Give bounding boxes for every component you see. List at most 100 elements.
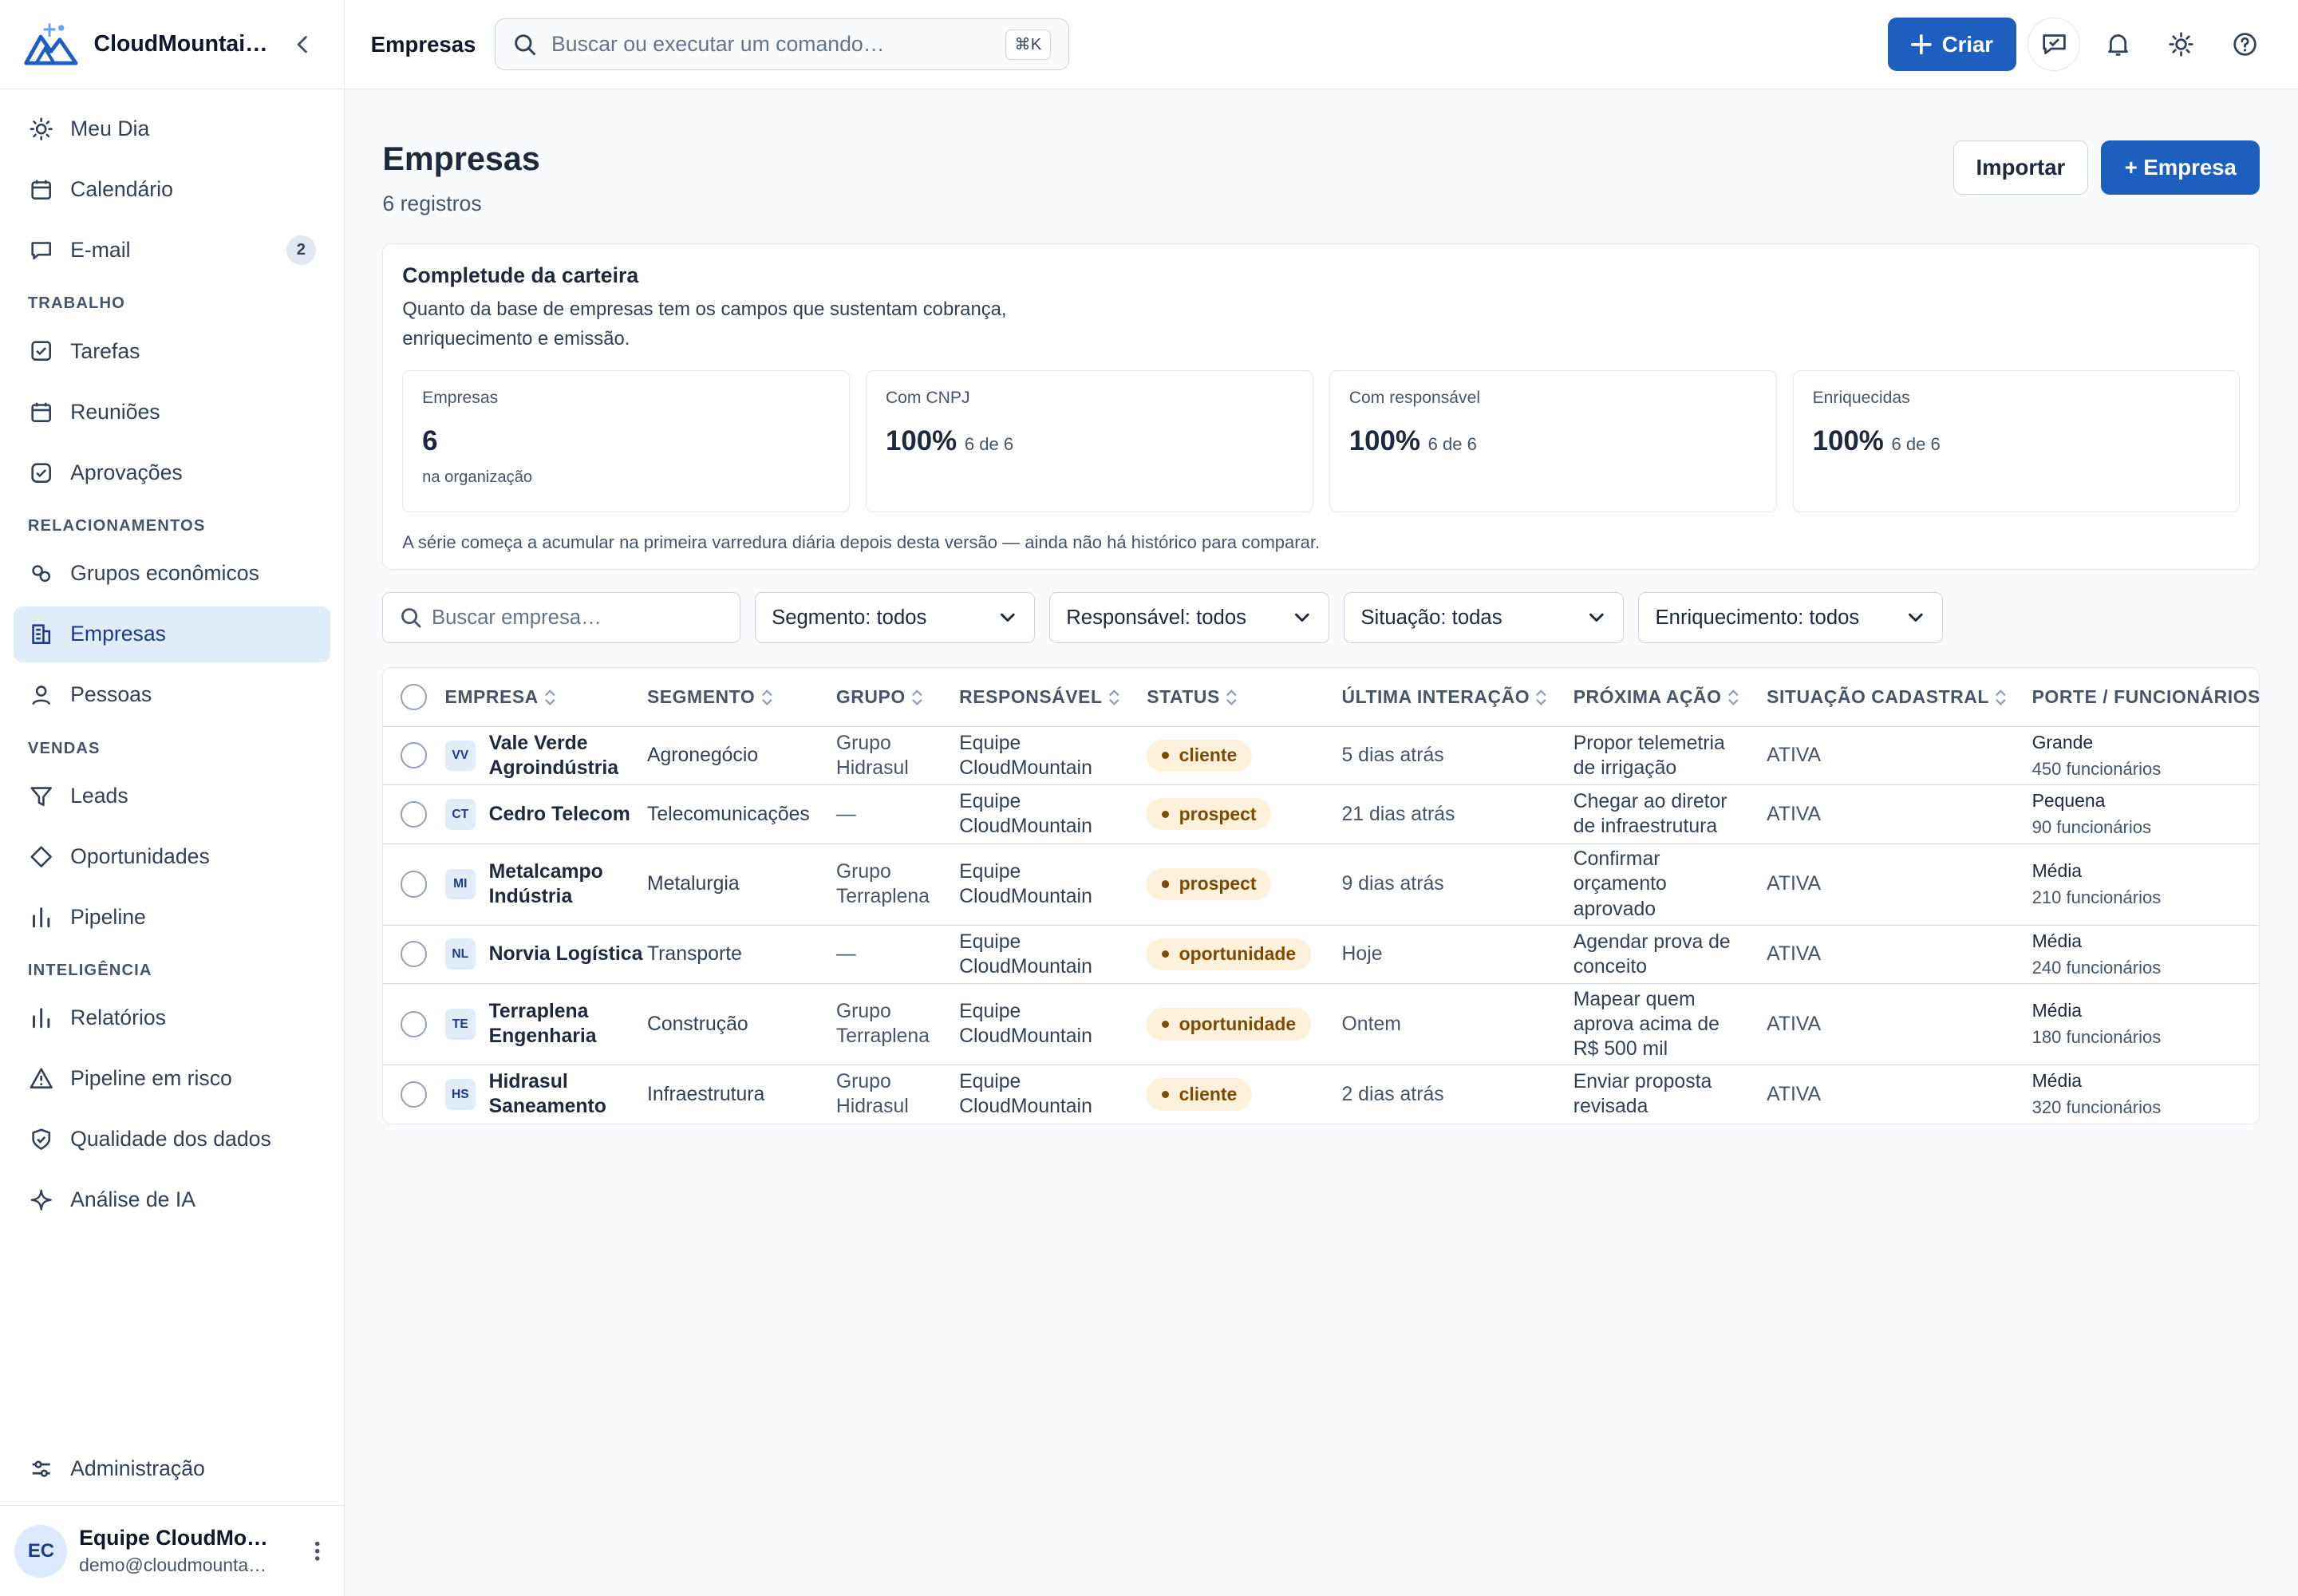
table-row[interactable]: MI Metalcampo Indústria Metalurgia Grupo … <box>383 843 2260 926</box>
column-header-label: SEGMENTO <box>646 685 756 707</box>
filter-select-3[interactable]: Enriquecimento: todos <box>1638 592 1944 644</box>
user-name: Equipe CloudMo… <box>79 1525 268 1550</box>
sidebar-item-relatorios[interactable]: Relatórios <box>14 990 331 1046</box>
sidebar-item-analise-de-ia[interactable]: Análise de IA <box>14 1172 331 1228</box>
unread-badge: 2 <box>286 235 316 265</box>
sidebar-item-pipeline[interactable]: Pipeline <box>14 889 331 945</box>
command-search-input[interactable]: Buscar ou executar um comando… ⌘K <box>495 18 1070 70</box>
company-initials: NL <box>444 938 476 970</box>
topbar-title: Empresas <box>370 31 476 57</box>
sidebar-item-label: Oportunidades <box>70 843 210 868</box>
sidebar-item-oportunidades[interactable]: Oportunidades <box>14 828 331 884</box>
column-header-label: ÚLTIMA INTERAÇÃO <box>1341 685 1530 707</box>
row-checkbox[interactable] <box>401 1080 428 1108</box>
sort-icon <box>1995 689 2007 706</box>
filter-select-0[interactable]: Segmento: todos <box>754 592 1035 644</box>
table-row[interactable]: TE Terraplena Engenharia Construção Grupo… <box>383 983 2260 1065</box>
row-checkbox[interactable] <box>401 800 428 828</box>
column-header-proxima-acao[interactable]: PRÓXIMA AÇÃO <box>1573 667 1767 727</box>
column-header-responsavel[interactable]: RESPONSÁVEL <box>959 667 1147 727</box>
metric-label: Com CNPJ <box>885 388 970 407</box>
sort-icon <box>911 689 923 706</box>
sidebar-item-meu-dia[interactable]: Meu Dia <box>14 101 331 157</box>
feedback-icon[interactable] <box>2028 18 2081 71</box>
select-all-header <box>383 667 445 727</box>
sidebar-item-e-mail[interactable]: E-mail 2 <box>14 223 331 279</box>
sidebar-item-empresas[interactable]: Empresas <box>13 606 331 662</box>
company-name[interactable]: Hidrasul Saneamento <box>489 1069 647 1119</box>
cell-size: Grande <box>2031 731 2094 753</box>
column-header-porte-funcionarios[interactable]: PORTE / FUNCIONÁRIOS <box>2031 667 2260 727</box>
table-row[interactable]: NL Norvia Logística Transporte — Equipe C… <box>383 925 2260 984</box>
brand: CloudMountai… <box>0 0 344 90</box>
table-row[interactable]: CT Cedro Telecom Telecomunicações — Equip… <box>383 784 2260 844</box>
sidebar-item-aprovacoes[interactable]: Aprovações <box>14 444 331 500</box>
company-name[interactable]: Metalcampo Indústria <box>489 859 647 909</box>
company-initials: VV <box>444 740 476 772</box>
sparkle-icon <box>28 1187 54 1213</box>
sidebar-item-leads[interactable]: Leads <box>14 768 331 824</box>
cell-segment: Transporte <box>646 925 836 984</box>
metric-of: 6 de 6 <box>1891 433 1941 454</box>
bell-icon[interactable] <box>2091 18 2144 70</box>
sidebar-item-reunioes[interactable]: Reuniões <box>14 384 331 440</box>
sidebar-item-qualidade-dos-dados[interactable]: Qualidade dos dados <box>14 1112 331 1167</box>
filter-select-1[interactable]: Responsável: todos <box>1049 592 1329 644</box>
column-header-empresa[interactable]: EMPRESA <box>444 667 647 727</box>
sidebar-item-pipeline-em-risco[interactable]: Pipeline em risco <box>14 1051 331 1107</box>
column-header-situacao-cadastral[interactable]: SITUAÇÃO CADASTRAL <box>1767 667 2032 727</box>
company-name[interactable]: Terraplena Engenharia <box>489 999 647 1049</box>
table-row[interactable]: HS Hidrasul Saneamento Infraestrutura Gru… <box>383 1065 2259 1123</box>
company-initials: MI <box>444 868 476 900</box>
row-checkbox[interactable] <box>401 1010 428 1037</box>
sidebar-item-grupos-economicos[interactable]: Grupos econômicos <box>14 546 331 602</box>
row-checkbox[interactable] <box>401 742 428 769</box>
company-name[interactable]: Vale Verde Agroindústria <box>489 731 647 780</box>
column-header-segmento[interactable]: SEGMENTO <box>646 667 836 727</box>
sidebar-item-pessoas[interactable]: Pessoas <box>14 667 331 723</box>
status-label: oportunidade <box>1179 943 1297 965</box>
nav-section-vendas: VENDAS <box>27 739 101 757</box>
more-vertical-icon[interactable] <box>306 1539 329 1562</box>
shield-check-icon <box>28 1126 54 1152</box>
cell-group: Grupo Terraplena <box>835 983 960 1065</box>
company-initials: TE <box>444 1009 476 1040</box>
metrics-row: Empresas 6 na organização Com CNPJ 100% … <box>402 369 2241 512</box>
sliders-icon <box>28 1456 54 1482</box>
column-header-grupo[interactable]: GRUPO <box>835 667 960 727</box>
cell-situation: ATIVA <box>1767 925 2032 984</box>
row-checkbox[interactable] <box>401 871 428 898</box>
company-search-input[interactable]: Buscar empresa… <box>382 592 740 644</box>
filter-select-2[interactable]: Situação: todas <box>1344 592 1624 644</box>
sidebar-item-label: Qualidade dos dados <box>70 1127 271 1152</box>
cell-group: — <box>835 784 960 844</box>
completeness-description: Quanto da base de empresas tem os campos… <box>402 298 1007 350</box>
row-checkbox[interactable] <box>401 941 428 968</box>
company-initials: HS <box>444 1079 476 1110</box>
select-all-checkbox[interactable] <box>401 683 428 710</box>
help-icon[interactable] <box>2219 18 2272 70</box>
status-label: cliente <box>1179 1083 1238 1104</box>
sidebar-item-calendario[interactable]: Calendário <box>14 162 331 218</box>
checkbox-icon <box>28 338 54 365</box>
sort-icon <box>1727 689 1739 706</box>
status-badge: cliente <box>1147 1078 1252 1111</box>
cell-size: Média <box>2031 1070 2083 1092</box>
table-row[interactable]: VV Vale Verde Agroindústria Agronegócio G… <box>383 726 2260 786</box>
column-header-status[interactable]: STATUS <box>1147 667 1342 727</box>
sidebar-item-label: Meu Dia <box>70 117 150 141</box>
column-header-ultima-interacao[interactable]: ÚLTIMA INTERAÇÃO <box>1341 667 1573 727</box>
sidebar-item-label: Calendário <box>70 177 173 202</box>
sidebar-item-administracao[interactable]: Administração <box>14 1440 331 1496</box>
import-button[interactable]: Importar <box>1953 140 2088 196</box>
column-header-label: EMPRESA <box>444 685 539 707</box>
company-name[interactable]: Cedro Telecom <box>489 802 630 827</box>
theme-sun-icon[interactable] <box>2155 18 2208 70</box>
metric-label: Empresas <box>422 388 499 407</box>
user-card[interactable]: EC Equipe CloudMo… demo@cloudmounta… <box>0 1505 344 1596</box>
add-company-button[interactable]: + Empresa <box>2101 140 2260 196</box>
company-name[interactable]: Norvia Logística <box>489 942 643 966</box>
create-button[interactable]: Criar <box>1887 18 2017 71</box>
sidebar-item-tarefas[interactable]: Tarefas <box>14 323 331 379</box>
collapse-sidebar-button[interactable] <box>285 26 320 61</box>
